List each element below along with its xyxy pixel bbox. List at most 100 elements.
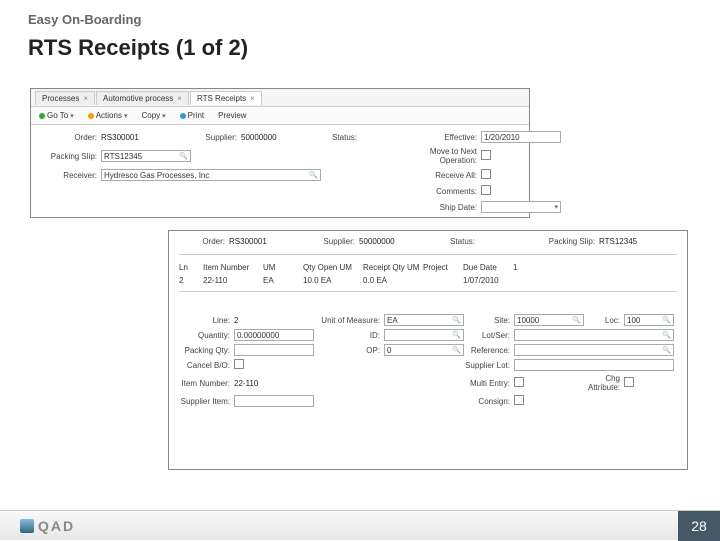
chevron-down-icon: ▾ bbox=[70, 112, 74, 120]
btn-label: Copy bbox=[141, 111, 160, 120]
order-label: Order: bbox=[179, 237, 229, 246]
col-due: Due Date bbox=[463, 263, 513, 272]
cell-ln: 2 bbox=[179, 276, 203, 285]
lotser-input[interactable] bbox=[514, 329, 674, 341]
packing-label: Packing Slip: bbox=[41, 152, 101, 161]
cell-um: EA bbox=[263, 276, 303, 285]
line-label: Line: bbox=[179, 316, 234, 325]
actions-button[interactable]: Actions▾ bbox=[84, 110, 132, 121]
slide-header: Easy On-Boarding bbox=[0, 0, 720, 35]
ref-input[interactable] bbox=[514, 344, 674, 356]
order-value: RS300001 bbox=[101, 133, 191, 142]
site-label: Site: bbox=[464, 316, 514, 325]
btn-label: Go To bbox=[47, 111, 68, 120]
tab-processes[interactable]: Processes × bbox=[35, 91, 95, 105]
chgattr-checkbox[interactable] bbox=[624, 377, 634, 387]
recvall-label: Receive All: bbox=[421, 171, 481, 180]
cell-project bbox=[423, 276, 463, 285]
form-detail: Line: 2 Unit of Measure: EA Site: 10000 … bbox=[169, 310, 687, 411]
print-button[interactable]: Print bbox=[176, 110, 208, 121]
comments-checkbox[interactable] bbox=[481, 185, 491, 195]
uom-input[interactable]: EA bbox=[384, 314, 464, 326]
supitem-label: Supplier Item: bbox=[179, 397, 234, 406]
chevron-down-icon: ▾ bbox=[162, 112, 166, 120]
panel2-header: Order: RS300001 Supplier: 50000000 Statu… bbox=[169, 231, 687, 250]
divider bbox=[179, 254, 677, 255]
shipdate-input[interactable]: ▾ bbox=[481, 201, 561, 213]
move-checkbox[interactable] bbox=[481, 150, 491, 160]
consign-checkbox[interactable] bbox=[514, 395, 524, 405]
panel-bottom: Order: RS300001 Supplier: 50000000 Statu… bbox=[168, 230, 688, 470]
order-label: Order: bbox=[41, 133, 101, 142]
preview-button[interactable]: Preview bbox=[214, 110, 250, 121]
goto-button[interactable]: Go To▾ bbox=[35, 110, 78, 121]
move-label: Move to Next Operation: bbox=[421, 147, 481, 165]
packqty-input[interactable] bbox=[234, 344, 314, 356]
logo-icon bbox=[20, 519, 34, 533]
cell-recqty: 0.0 EA bbox=[363, 276, 423, 285]
col-one: 1 bbox=[513, 263, 553, 272]
loc-input[interactable]: 100 bbox=[624, 314, 674, 326]
comments-label: Comments: bbox=[421, 187, 481, 196]
line-value: 2 bbox=[234, 316, 314, 325]
tab-rts-receipts[interactable]: RTS Receipts × bbox=[190, 91, 262, 105]
supplier-value: 50000000 bbox=[241, 133, 321, 142]
tab-automotive[interactable]: Automotive process × bbox=[96, 91, 189, 105]
supplier-label: Supplier: bbox=[191, 133, 241, 142]
close-icon[interactable]: × bbox=[250, 94, 255, 103]
effective-input[interactable]: 1/20/2010 bbox=[481, 131, 561, 143]
cell-item: 22-110 bbox=[203, 276, 263, 285]
id-input[interactable] bbox=[384, 329, 464, 341]
recvall-checkbox[interactable] bbox=[481, 169, 491, 179]
toolbar: Go To▾ Actions▾ Copy▾ Print Preview bbox=[31, 107, 529, 125]
page-number: 28 bbox=[678, 511, 720, 541]
chevron-down-icon: ▾ bbox=[554, 203, 558, 211]
site-input[interactable]: 10000 bbox=[514, 314, 584, 326]
copy-button[interactable]: Copy▾ bbox=[137, 110, 169, 121]
itemno-value: 22-110 bbox=[234, 379, 314, 388]
btn-label: Print bbox=[188, 111, 204, 120]
table-head: Ln Item Number UM Qty Open UM Receipt Qt… bbox=[169, 259, 687, 274]
slide-title: RTS Receipts (1 of 2) bbox=[0, 35, 720, 71]
col-item: Item Number bbox=[203, 263, 263, 272]
col-project: Project bbox=[423, 263, 463, 272]
form-header: Order: RS300001 Supplier: 50000000 Statu… bbox=[31, 125, 529, 219]
close-icon[interactable]: × bbox=[83, 94, 88, 103]
packing-input[interactable]: RTS12345 bbox=[101, 150, 191, 162]
tab-label: RTS Receipts bbox=[197, 94, 246, 103]
supplier-value: 50000000 bbox=[359, 237, 439, 246]
btn-label: Preview bbox=[218, 111, 246, 120]
table-row[interactable]: 2 22-110 EA 10.0 EA 0.0 EA 1/07/2010 bbox=[169, 274, 687, 287]
tab-label: Automotive process bbox=[103, 94, 173, 103]
id-label: ID: bbox=[314, 331, 384, 340]
packing-label: Packing Slip: bbox=[539, 237, 599, 246]
cancel-checkbox[interactable] bbox=[234, 359, 244, 369]
loc-label: Loc: bbox=[584, 316, 624, 325]
receiver-label: Receiver: bbox=[41, 171, 101, 180]
qty-input[interactable]: 0.00000000 bbox=[234, 329, 314, 341]
cancel-label: Cancel B/O: bbox=[179, 361, 234, 370]
uom-label: Unit of Measure: bbox=[314, 316, 384, 325]
suplot-input[interactable] bbox=[514, 359, 674, 371]
packqty-label: Packing Qty: bbox=[179, 346, 234, 355]
dot-icon bbox=[39, 113, 45, 119]
receiver-input[interactable]: Hydresco Gas Processes, Inc bbox=[101, 169, 321, 181]
tab-bar: Processes × Automotive process × RTS Recei… bbox=[31, 89, 529, 107]
qty-label: Quantity: bbox=[179, 331, 234, 340]
col-ln: Ln bbox=[179, 263, 203, 272]
consign-label: Consign: bbox=[464, 397, 514, 406]
multi-checkbox[interactable] bbox=[514, 377, 524, 387]
lotser-label: Lot/Ser: bbox=[464, 331, 514, 340]
panel-top: Processes × Automotive process × RTS Recei… bbox=[30, 88, 530, 218]
tab-label: Processes bbox=[42, 94, 79, 103]
col-recqty: Receipt Qty UM bbox=[363, 263, 423, 272]
close-icon[interactable]: × bbox=[177, 94, 182, 103]
shipdate-label: Ship Date: bbox=[421, 203, 481, 212]
col-qtyopen: Qty Open UM bbox=[303, 263, 363, 272]
cell-due: 1/07/2010 bbox=[463, 276, 513, 285]
order-value: RS300001 bbox=[229, 237, 309, 246]
supitem-input[interactable] bbox=[234, 395, 314, 407]
suplot-label: Supplier Lot: bbox=[464, 361, 514, 370]
dot-icon bbox=[180, 113, 186, 119]
op-input[interactable]: 0 bbox=[384, 344, 464, 356]
